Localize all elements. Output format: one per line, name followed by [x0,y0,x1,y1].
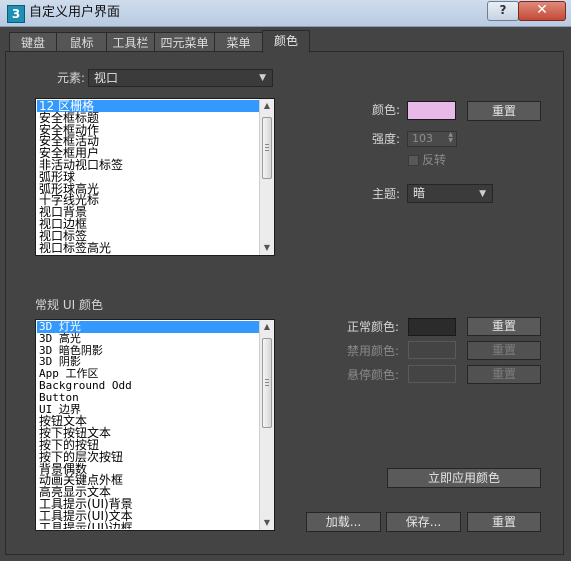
tab-colors[interactable]: 颜色 [262,30,310,53]
hover-color-swatch [408,365,456,383]
list-item[interactable]: 工具提示(UI)背景 [37,498,260,510]
scroll-thumb[interactable] [262,338,272,428]
chevron-down-icon: ▼ [479,189,486,199]
scroll-up-icon[interactable]: ▲ [260,99,274,113]
list-item[interactable]: 视口边框 [37,218,260,230]
theme-dropdown-value: 暗 [413,186,426,200]
scroll-thumb[interactable] [262,117,272,179]
color-reset-button[interactable]: 重置 [467,101,541,121]
color-label: 颜色: [372,103,401,117]
elements-label: 元素: [57,71,86,85]
disabled-reset-button: 重置 [467,341,541,360]
hover-color-label: 悬停颜色: [347,368,400,382]
tab-toolbars[interactable]: 工具栏 [106,32,155,53]
footer-reset-button[interactable]: 重置 [467,512,541,532]
list-item[interactable]: 非活动视口标签 [37,159,260,171]
element-list: 12 区栅格 安全框标题 安全框动作 安全框活动 安全框用户 非活动视口标签 弧形球 弧形球高… [37,100,260,254]
disabled-color-label: 禁用颜色: [347,344,400,358]
scroll-down-icon[interactable]: ▼ [260,241,274,255]
elements-dropdown-value: 视口 [94,71,119,85]
list-item[interactable]: Button [37,391,260,404]
list-item[interactable]: 视口标签 [37,230,260,242]
scroll-up-icon[interactable]: ▲ [260,320,274,334]
tab-keyboard[interactable]: 键盘 [9,32,57,53]
intensity-spinner[interactable]: 103 ▲ ▼ [407,131,457,147]
spinner-arrows-icon[interactable]: ▲ ▼ [448,132,453,144]
elements-dropdown[interactable]: 视口 ▼ [88,69,273,87]
normal-color-swatch[interactable] [408,318,456,336]
intensity-label: 强度: [372,132,401,146]
load-button[interactable]: 加载... [306,512,381,532]
close-button[interactable]: ✕ [518,1,566,21]
tab-quads[interactable]: 四元菜单 [154,32,215,53]
tab-mouse[interactable]: 鼠标 [56,32,107,53]
app-icon: 3 [7,5,25,23]
list-item[interactable]: Background Odd [37,380,260,392]
normal-reset-button[interactable]: 重置 [467,317,541,336]
list-item[interactable]: 3D 高光 [37,332,260,345]
list-item[interactable]: 工具提示(UI)边框 [37,522,260,529]
chevron-down-icon: ▼ [259,73,266,83]
tab-menus[interactable]: 菜单 [214,32,263,53]
ui-colors-heading: 常规 UI 颜色 [35,298,103,312]
theme-dropdown[interactable]: 暗 ▼ [407,184,493,203]
ui-colors-listbox[interactable]: 3D 灯光 3D 高光 3D 暗色阴影 3D 阴影 App 工作区 Background … [35,319,275,531]
save-button[interactable]: 保存... [386,512,461,532]
scroll-down-icon[interactable]: ▼ [260,516,274,530]
apply-colors-button[interactable]: 立即应用颜色 [387,468,541,488]
list-item[interactable]: 按下的按钮 [37,439,260,451]
hover-reset-button: 重置 [467,365,541,384]
list-item[interactable]: 视口标签高光 [37,242,260,254]
ui-list-scrollbar[interactable]: ▲ ▼ [259,320,274,530]
window-title: 自定义用户界面 [29,5,121,20]
list-item[interactable]: 工具提示(UI)文本 [37,510,260,522]
list-item[interactable]: 安全框标题 [37,112,260,124]
normal-color-label: 正常颜色: [347,320,400,334]
list-item[interactable]: 按下的层次按钮 [37,451,260,463]
element-list-scrollbar[interactable]: ▲ ▼ [259,99,274,255]
color-swatch[interactable] [407,101,456,120]
ui-colors-list: 3D 灯光 3D 高光 3D 暗色阴影 3D 阴影 App 工作区 Background … [37,321,260,529]
list-item[interactable]: 弧形球 [37,171,260,183]
title-bar: 3 自定义用户界面 [0,0,571,27]
element-listbox[interactable]: 12 区栅格 安全框标题 安全框动作 安全框活动 安全框用户 非活动视口标签 弧形球 弧形球高… [35,98,275,256]
invert-label: 反转 [422,153,447,167]
help-button[interactable]: ? [487,1,519,21]
disabled-color-swatch [408,341,456,359]
theme-label: 主题: [372,187,401,201]
intensity-value: 103 [412,132,433,145]
invert-checkbox[interactable] [408,155,419,166]
